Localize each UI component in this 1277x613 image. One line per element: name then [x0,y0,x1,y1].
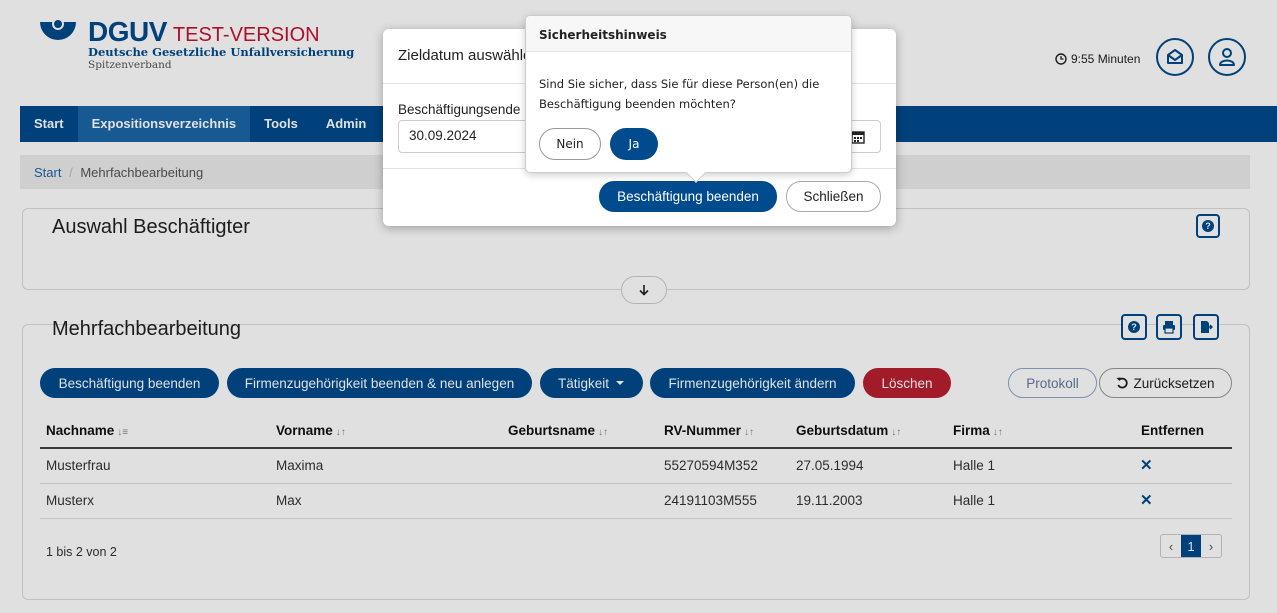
confirm-popover: Sicherheitshinweis Sind Sie sicher, dass… [525,15,852,183]
taetigkeit-label: Tätigkeit [557,375,610,391]
sort-icon: ↓↑ [744,427,755,438]
column-header-geburtsname[interactable]: Geburtsname ↓↑ [508,423,608,438]
cell-geburtsdatum: 27.05.1994 [796,458,864,473]
nav-item-admin[interactable]: Admin [312,106,380,142]
pagination-next[interactable]: › [1201,535,1221,557]
user-button[interactable] [1208,38,1246,76]
nav-item-start[interactable]: Start [20,106,78,142]
cell-rv-nummer: 24191103M555 [664,493,757,508]
column-header-geburtsdatum[interactable]: Geburtsdatum ↓↑ [796,423,901,438]
session-timer: 9:55 Minuten [1055,52,1140,66]
mehrfach-panel [22,324,1250,600]
mehrfach-help-button[interactable]: ? [1121,314,1147,340]
popover-ja-button[interactable]: Ja [610,128,658,160]
zuruecksetzen-button[interactable]: Zurücksetzen [1099,368,1232,398]
taetigkeit-dropdown[interactable]: Tätigkeit [540,368,643,398]
modal-title: Zieldatum auswählen [398,47,540,64]
cell-nachname: Musterx [46,493,95,508]
logo-subtitle: Deutsche Gesetzliche Unfallversicherung [88,45,355,59]
cell-firma: Halle 1 [953,493,996,508]
cell-nachname: Musterfrau [46,458,111,473]
breadcrumb-separator: / [69,165,73,180]
sort-icon: ↓↑ [891,427,902,438]
remove-icon[interactable]: ✕ [1140,491,1153,509]
auswahl-panel-title: Auswahl Beschäftigter [52,216,250,238]
column-header-rv-nummer[interactable]: RV-Nummer ↓↑ [664,423,754,438]
arrow-down-icon [639,285,649,296]
pagination-page-1[interactable]: 1 [1181,535,1201,557]
zuruecksetzen-label: Zurücksetzen [1133,375,1215,391]
logo-subtitle-2: Spitzenverband [88,59,172,71]
firmenzugehoerigkeit-aendern-button[interactable]: Firmenzugehörigkeit ändern [650,368,855,398]
breadcrumb-home[interactable]: Start [34,165,61,180]
calendar-icon[interactable] [851,130,865,144]
nav-item-expositionsverzeichnis[interactable]: Expositionsverzeichnis [77,106,251,142]
column-header-vorname[interactable]: Vorname ↓↑ [276,423,346,438]
clock-icon [1055,53,1067,65]
pagination-prev[interactable]: ‹ [1161,535,1181,557]
caret-down-icon [616,381,625,385]
popover-message-line-2: Beschäftigung beenden möchten? [539,97,736,111]
protokoll-button[interactable]: Protokoll [1008,368,1097,398]
beschaeftigungsende-label: Beschäftigungsende [398,102,521,117]
mail-button[interactable] [1156,38,1194,76]
undo-icon [1116,377,1129,388]
export-button[interactable] [1193,314,1219,340]
popover-message: Sind Sie sicher, dass Sie für diese Pers… [539,74,839,114]
breadcrumb-current: Mehrfachbearbeitung [80,165,204,180]
print-button[interactable] [1156,314,1182,340]
cell-vorname: Max [276,493,302,508]
cell-rv-nummer: 55270594M352 [664,458,758,473]
dguv-logo-mark [36,18,80,48]
mail-icon [1167,49,1183,64]
column-header-firma[interactable]: Firma ↓↑ [953,423,1003,438]
dguv-logo[interactable]: DGUV TEST-VERSION Deutsche Gesetzliche U… [36,18,354,71]
test-version-label: TEST-VERSION [172,24,320,46]
column-header-nachname[interactable]: Nachname ↓≡ [46,423,128,438]
sort-icon: ↓↑ [335,427,346,438]
print-icon [1163,321,1175,334]
remove-icon[interactable]: ✕ [1140,456,1153,474]
help-icon: ? [1202,220,1214,232]
nav-item-tools[interactable]: Tools [250,106,312,142]
firmenzugehoerigkeit-neu-button[interactable]: Firmenzugehörigkeit beenden & neu anlege… [227,368,532,398]
cell-firma: Halle 1 [953,458,996,473]
sort-icon: ↓↑ [598,427,609,438]
export-icon [1201,321,1213,333]
table-count: 1 bis 2 von 2 [46,545,117,559]
modal-schliessen-button[interactable]: Schließen [786,181,881,212]
table-header-divider [40,447,1232,449]
mehrfach-panel-title: Mehrfachbearbeitung [52,318,242,340]
table-row-divider [40,518,1232,519]
user-icon [1219,48,1235,66]
column-header-entfernen: Entfernen [1141,423,1205,438]
sort-icon: ↓≡ [117,427,129,438]
pagination: ‹ 1 › [1160,534,1222,558]
logo-name: DGUV [88,16,167,47]
cell-geburtsdatum: 19.11.2003 [796,493,863,508]
table-row-divider [40,483,1232,484]
session-timer-text: 9:55 Minuten [1071,52,1141,66]
modal-beenden-button[interactable]: Beschäftigung beenden [599,181,777,212]
popover-nein-button[interactable]: Nein [539,128,601,160]
popover-message-line-1: Sind Sie sicher, dass Sie für diese Pers… [539,77,820,91]
auswahl-help-button[interactable]: ? [1196,214,1220,238]
beschaeftigung-beenden-button[interactable]: Beschäftigung beenden [40,368,219,398]
loeschen-button[interactable]: Löschen [863,368,951,398]
auswahl-expand-button[interactable] [621,276,667,304]
help-icon: ? [1128,321,1140,333]
beschaeftigungsende-value: 30.09.2024 [409,128,477,143]
sort-icon: ↓↑ [992,427,1003,438]
popover-title: Sicherheitshinweis [526,16,851,52]
cell-vorname: Maxima [276,458,324,473]
